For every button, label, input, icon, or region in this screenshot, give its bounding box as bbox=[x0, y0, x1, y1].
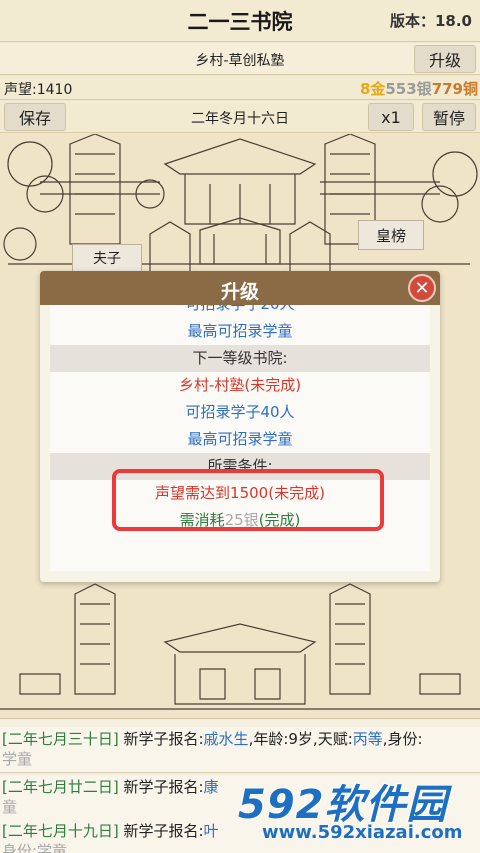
upgrade-dialog: 升级 ✕ 可招录学子20人 最高可招录学童 下一等级书院: 乡村-村塾(未完成)… bbox=[40, 271, 440, 582]
log-identity: 童 bbox=[2, 798, 18, 816]
info-row: 最高可招录学童 bbox=[187, 322, 293, 340]
log-entry: [二年七月三十日] 新学子报名:戚水生,年龄:9岁,天赋:丙等,身份: 学童 bbox=[0, 727, 480, 773]
status-bar: 声望:1410 8金553银779铜 bbox=[0, 76, 480, 100]
log-student-name: 康 bbox=[203, 778, 219, 796]
silver-amount: 553银 bbox=[385, 80, 432, 98]
version-label: 版本：18.0 bbox=[389, 12, 472, 30]
money-display: 8金553银779铜 bbox=[360, 78, 478, 99]
log-talent: 丙等 bbox=[352, 730, 383, 748]
info-row: 最高可招录学童 bbox=[187, 430, 293, 448]
log-identity: 学童 bbox=[2, 750, 33, 768]
log-text: 新学子报名: bbox=[118, 778, 204, 796]
log-student-name: 戚水生 bbox=[203, 730, 249, 748]
copper-amount: 779铜 bbox=[431, 80, 478, 98]
location-bar: 乡村-草创私塾 升级 bbox=[0, 43, 480, 75]
watermark-url: www.592xiazai.com bbox=[262, 822, 463, 843]
site-watermark: 592软件园 www.592xiazai.com bbox=[238, 772, 474, 850]
date-toolbar: 保存 二年冬月十六日 x1 暂停 bbox=[0, 101, 480, 133]
app-header: 二一三书院 版本：18.0 bbox=[0, 0, 480, 42]
gold-amount: 8金 bbox=[359, 80, 386, 98]
log-date: [二年七月十九日] bbox=[2, 822, 119, 840]
log-text: 新学子报名: bbox=[118, 822, 204, 840]
info-row: 可招录学子40人 bbox=[185, 403, 295, 421]
info-row: 乡村-村塾(未完成) bbox=[178, 376, 302, 394]
close-icon[interactable]: ✕ bbox=[408, 274, 436, 302]
log-date: [二年七月三十日] bbox=[2, 730, 119, 748]
highlight-box bbox=[112, 469, 384, 531]
log-text: ,年龄:9岁,天赋: bbox=[248, 730, 353, 748]
upgrade-button[interactable]: 升级 bbox=[414, 45, 476, 73]
log-text: 新学子报名: bbox=[118, 730, 204, 748]
master-button[interactable]: 夫子 bbox=[72, 244, 142, 272]
log-student-name: 叶 bbox=[203, 822, 219, 840]
academy-location: 乡村-草创私塾 bbox=[195, 53, 285, 69]
ranking-button[interactable]: 皇榜 bbox=[358, 220, 424, 250]
speed-button[interactable]: x1 bbox=[368, 103, 414, 131]
section-heading: 下一等级书院: bbox=[50, 345, 430, 372]
log-text: ,身份: bbox=[382, 730, 423, 748]
dialog-title: 升级 bbox=[220, 281, 259, 303]
info-row: 可招录学子20人 bbox=[50, 305, 430, 318]
reputation-value: 声望:1410 bbox=[4, 82, 73, 98]
dialog-header: 升级 ✕ bbox=[40, 271, 440, 305]
dialog-body[interactable]: 可招录学子20人 最高可招录学童 下一等级书院: 乡村-村塾(未完成) 可招录学… bbox=[50, 305, 430, 571]
log-identity: 身份:学童 bbox=[2, 842, 68, 853]
pause-button[interactable]: 暂停 bbox=[422, 103, 476, 131]
log-date: [二年七月廿二日] bbox=[2, 778, 119, 796]
